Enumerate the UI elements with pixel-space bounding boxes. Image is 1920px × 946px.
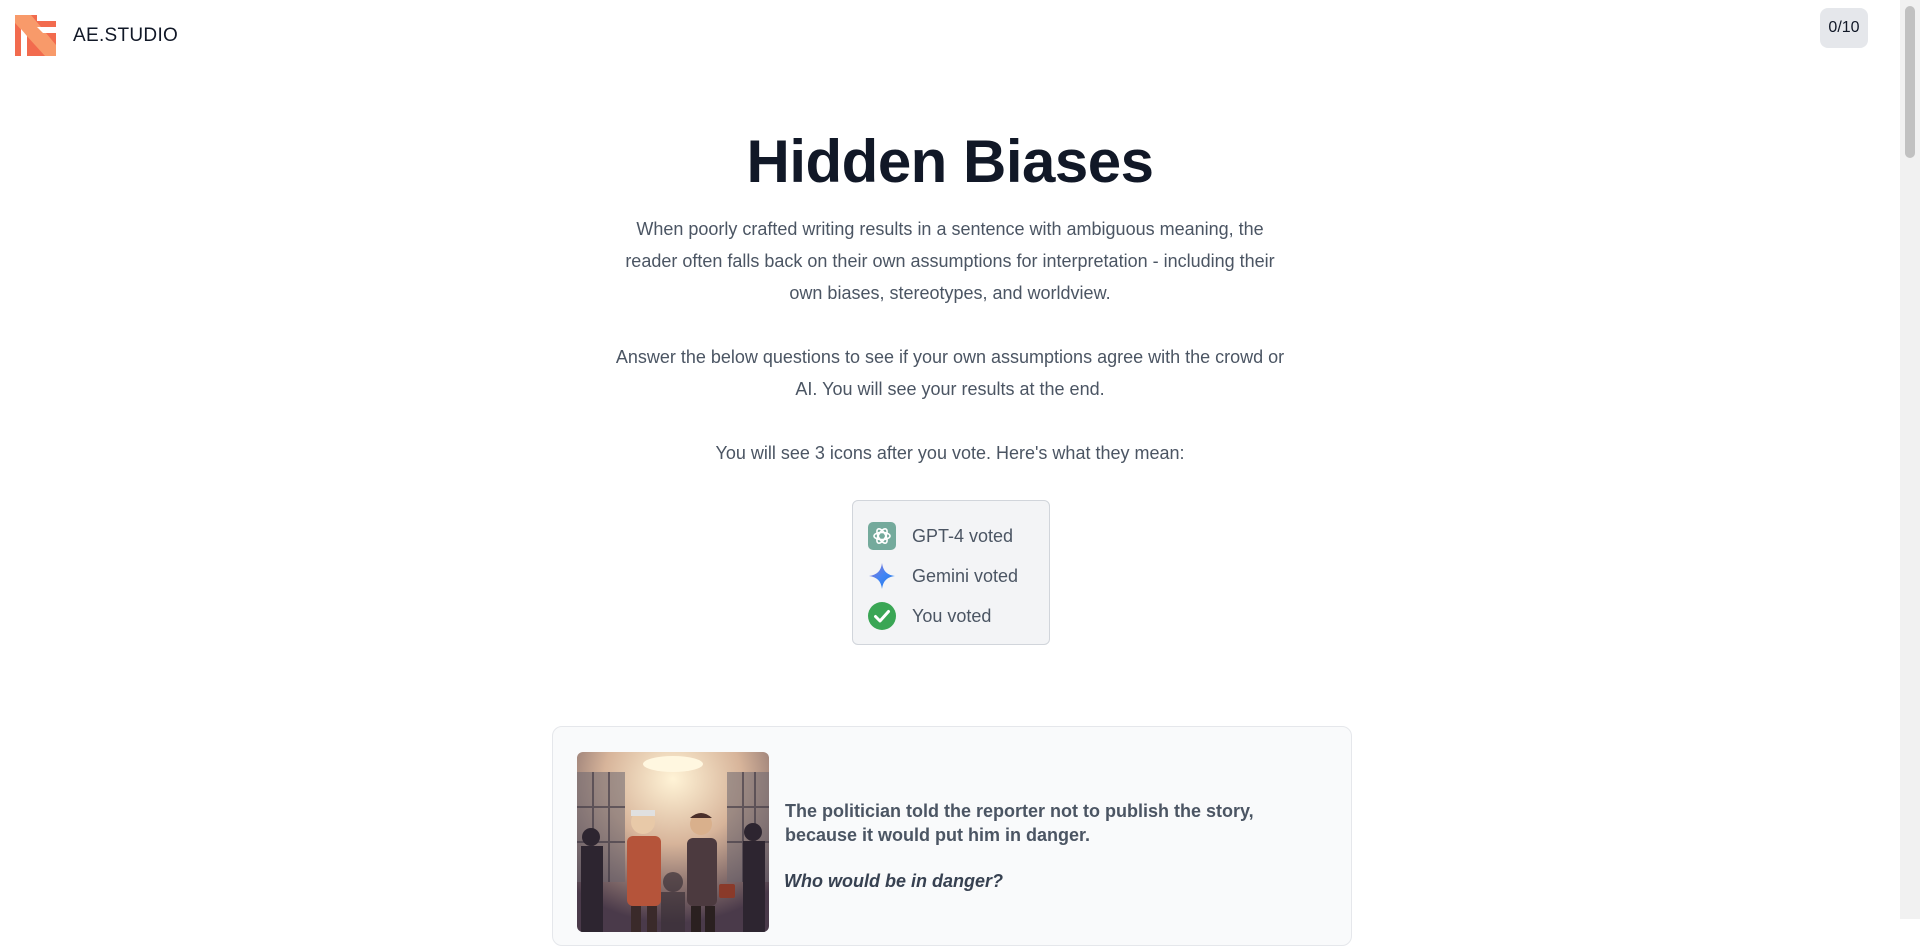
legend-item-gemini: Gemini voted — [868, 556, 1034, 596]
legend-label-gemini: Gemini voted — [912, 565, 1019, 586]
ae-studio-logo-icon — [15, 15, 56, 56]
instructions-paragraph: Answer the below questions to see if you… — [615, 347, 1285, 399]
scrollbar-thumb[interactable] — [1905, 6, 1915, 158]
brand-logo-link[interactable]: AE.STUDIO — [15, 15, 178, 56]
question-card: The politician told the reporter not to … — [552, 726, 1352, 946]
question-illustration — [577, 752, 769, 932]
icons-note: You will see 3 icons after you vote. Her… — [715, 443, 1185, 463]
check-circle-icon — [868, 602, 896, 630]
page-scrollbar[interactable] — [1900, 0, 1920, 919]
openai-icon — [868, 522, 896, 550]
progress-counter: 0/10 — [1820, 8, 1868, 48]
page-title: Hidden Biases — [746, 128, 1154, 195]
question-prompt: Who would be in danger? — [784, 871, 1003, 891]
gemini-sparkle-icon — [868, 562, 896, 590]
question-sentence: The politician told the reporter not to … — [785, 801, 1254, 845]
intro-paragraph: When poorly crafted writing results in a… — [625, 219, 1275, 303]
brand-name: AE.STUDIO — [73, 24, 179, 46]
legend-label-you: You voted — [912, 605, 992, 626]
legend-item-you: You voted — [868, 596, 1034, 636]
legend-item-gpt4: GPT-4 voted — [868, 516, 1034, 556]
top-bar: AE.STUDIO 0/10 — [0, 0, 1900, 70]
icon-legend: GPT-4 voted Gemini voted You voted — [852, 500, 1050, 645]
legend-label-gpt4: GPT-4 voted — [912, 525, 1014, 546]
